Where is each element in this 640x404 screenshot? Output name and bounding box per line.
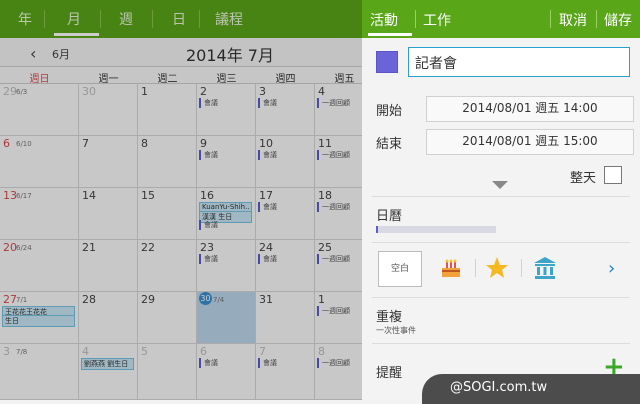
cancel-button[interactable]: 取消 bbox=[559, 10, 587, 30]
event-color-swatch[interactable] bbox=[376, 51, 398, 73]
end-label: 結束 bbox=[376, 137, 403, 152]
allday-checkbox[interactable] bbox=[604, 166, 622, 184]
editor-tabbar: 活動 工作 取消 儲存 bbox=[362, 0, 640, 38]
repeat-label: 重複 bbox=[376, 310, 403, 325]
expand-more-icon[interactable] bbox=[492, 181, 508, 189]
save-button[interactable]: 儲存 bbox=[604, 10, 632, 30]
month-calendar: 年 月 週 日 議程 ‹ 6月 2014年 7月 週日 週一 週二 週三 週四 週五 29… bbox=[0, 0, 362, 400]
reminder-label: 提醒 bbox=[376, 366, 403, 381]
bank-icon[interactable] bbox=[532, 255, 558, 281]
calendar-label: 日曆 bbox=[376, 209, 403, 224]
allday-label: 整天 bbox=[570, 171, 597, 186]
start-datetime-field[interactable]: 2014/08/01 週五 14:00 bbox=[426, 96, 634, 122]
sticker-blank[interactable]: 空白 bbox=[378, 251, 422, 287]
end-datetime-field[interactable]: 2014/08/01 週五 15:00 bbox=[426, 129, 634, 155]
active-tab-indicator bbox=[368, 33, 412, 36]
dim-overlay bbox=[0, 0, 362, 400]
tab-task[interactable]: 工作 bbox=[423, 10, 451, 30]
event-editor: 活動 工作 取消 儲存 記者會 開始 2014/08/01 週五 14:00 結… bbox=[362, 0, 640, 400]
repeat-value[interactable]: 一次性事件 bbox=[376, 325, 416, 336]
tab-event[interactable]: 活動 bbox=[370, 10, 398, 30]
start-label: 開始 bbox=[376, 104, 403, 119]
birthday-cake-icon[interactable] bbox=[438, 255, 464, 281]
star-icon[interactable] bbox=[484, 255, 510, 281]
chevron-right-icon[interactable]: › bbox=[608, 258, 615, 279]
calendar-account-selector[interactable] bbox=[376, 226, 496, 233]
event-title-input[interactable]: 記者會 bbox=[408, 47, 630, 77]
